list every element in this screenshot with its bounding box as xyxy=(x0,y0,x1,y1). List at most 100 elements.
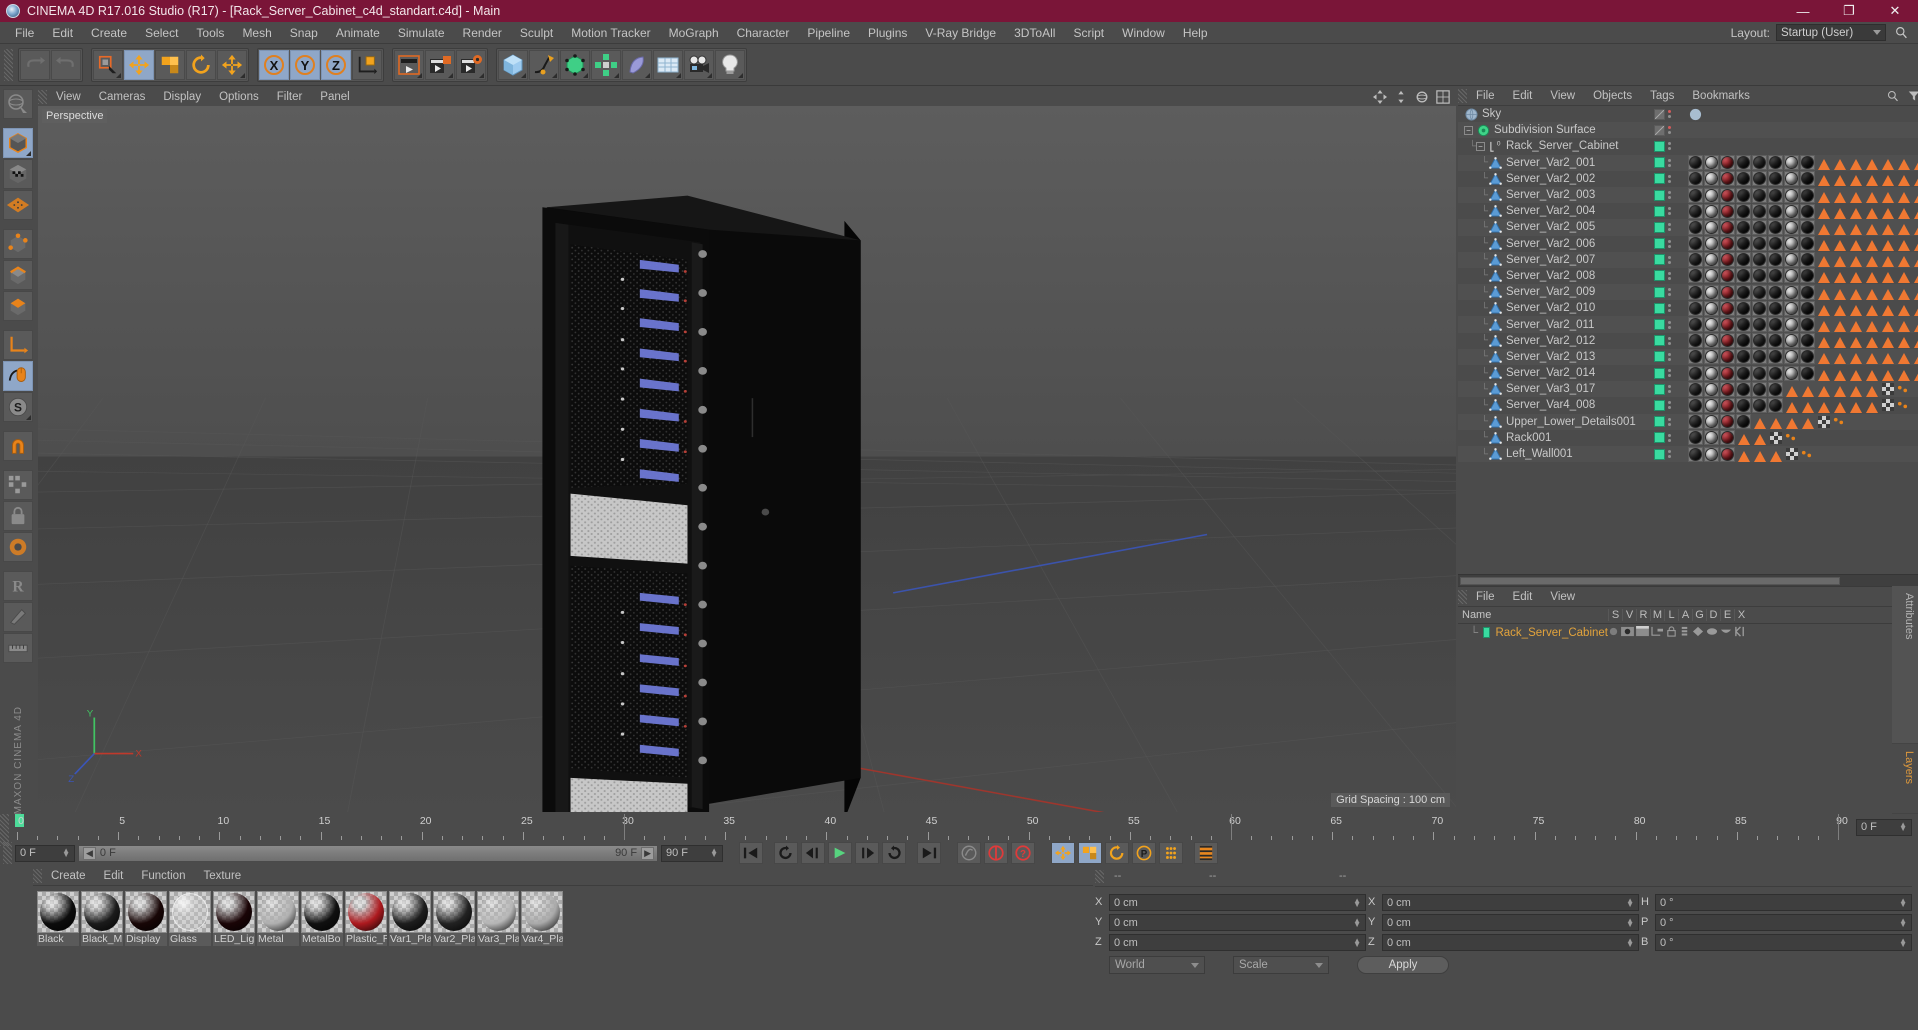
material-tag[interactable] xyxy=(1736,203,1751,219)
selection-tag[interactable] xyxy=(1880,285,1895,300)
visibility-dots-icon[interactable] xyxy=(1668,110,1671,119)
selection-tag[interactable] xyxy=(1880,349,1895,365)
object-row[interactable]: └ Server_Var2_014 xyxy=(1458,365,1918,381)
visibility-dots-icon[interactable] xyxy=(1668,174,1671,183)
selection-tag[interactable] xyxy=(1832,333,1847,349)
object-manager-grip[interactable] xyxy=(1458,88,1467,103)
material-tag[interactable] xyxy=(1688,381,1703,397)
material-tag[interactable] xyxy=(1704,397,1719,413)
menu-character[interactable]: Character xyxy=(728,22,799,44)
selection-tag[interactable] xyxy=(1864,252,1879,268)
material-tag[interactable] xyxy=(1752,300,1767,316)
material-tag[interactable] xyxy=(1784,236,1799,252)
preview-range-bar[interactable]: ◀ 0 F 90 F ▶ xyxy=(78,844,658,862)
object-row[interactable]: − Subdivision Surface xyxy=(1458,122,1918,139)
material-item[interactable]: Var1_Pla xyxy=(389,891,431,946)
material-tag[interactable] xyxy=(1704,365,1719,381)
material-tag[interactable] xyxy=(1784,349,1799,365)
viewport-menu-options[interactable]: Options xyxy=(210,88,268,106)
polygons-mode-tool-icon[interactable] xyxy=(3,291,33,321)
render-settings-button[interactable] xyxy=(456,49,486,80)
menu-mesh[interactable]: Mesh xyxy=(233,22,280,44)
material-tag[interactable] xyxy=(1736,333,1751,349)
rotate-view-icon[interactable] xyxy=(1413,89,1431,106)
material-tag[interactable] xyxy=(1800,155,1815,171)
selection-tag[interactable] xyxy=(1880,236,1895,252)
spinner-icon[interactable]: ▲ ▼ xyxy=(1626,896,1634,908)
selection-tag[interactable] xyxy=(1864,333,1879,349)
material-tag[interactable] xyxy=(1768,284,1783,300)
tag-cell[interactable] xyxy=(1688,397,1918,413)
menu-script[interactable]: Script xyxy=(1064,22,1113,44)
selection-tag[interactable] xyxy=(1848,317,1863,333)
selection-tag[interactable] xyxy=(1832,317,1847,333)
selection-tag[interactable] xyxy=(1896,349,1911,365)
lock-z-axis-button[interactable]: Z xyxy=(321,49,351,80)
selection-tag[interactable] xyxy=(1864,301,1879,316)
material-tag[interactable] xyxy=(1752,381,1767,397)
key-parameter-button[interactable]: P xyxy=(1132,842,1156,864)
material-preview[interactable] xyxy=(257,891,299,933)
tag-cell[interactable] xyxy=(1688,300,1918,316)
visibility-dots-icon[interactable] xyxy=(1668,450,1671,459)
material-tag[interactable] xyxy=(1720,155,1735,171)
selection-tag[interactable] xyxy=(1848,188,1863,203)
render-view-button[interactable] xyxy=(394,49,424,80)
material-tag[interactable] xyxy=(1784,365,1799,381)
material-tag[interactable] xyxy=(1768,349,1783,365)
col-v[interactable]: V xyxy=(1622,609,1636,621)
material-tag[interactable] xyxy=(1688,397,1703,413)
selection-tag[interactable] xyxy=(1848,301,1863,316)
selection-tag[interactable] xyxy=(1784,398,1799,413)
coordinates-grip[interactable] xyxy=(1095,869,1104,883)
selection-tag[interactable] xyxy=(1736,447,1751,462)
object-row[interactable]: └ Upper_Lower_Details001 xyxy=(1458,413,1918,430)
material-preview[interactable] xyxy=(433,891,475,933)
viewport-menu-filter[interactable]: Filter xyxy=(268,88,312,106)
uv-tag[interactable] xyxy=(1880,398,1895,413)
material-tag[interactable] xyxy=(1800,365,1815,381)
material-tag[interactable] xyxy=(1800,203,1815,219)
expand-collapse-toggle[interactable]: − xyxy=(1464,125,1473,135)
autokeying-button[interactable]: ? xyxy=(1011,842,1035,864)
material-tag[interactable] xyxy=(1784,284,1799,300)
material-item[interactable]: Display xyxy=(125,891,167,946)
material-tag[interactable] xyxy=(1688,446,1703,462)
menu-edit[interactable]: Edit xyxy=(43,22,82,44)
enable-axis-tool-icon[interactable] xyxy=(3,361,33,391)
selection-tag[interactable] xyxy=(1896,188,1911,203)
tag-cell[interactable] xyxy=(1688,268,1918,284)
material-tag[interactable] xyxy=(1800,349,1815,365)
tag-cell[interactable] xyxy=(1688,236,1918,252)
enable-toggle[interactable] xyxy=(1654,399,1665,411)
selection-tag[interactable] xyxy=(1912,171,1918,187)
maximize-button[interactable]: ❐ xyxy=(1826,0,1872,22)
selection-tag[interactable] xyxy=(1816,236,1831,252)
selection-tag[interactable] xyxy=(1816,220,1831,235)
render-to-picture-viewer-button[interactable] xyxy=(425,49,455,80)
selection-tag[interactable] xyxy=(1848,382,1863,397)
selection-tag[interactable] xyxy=(1880,171,1895,187)
selection-tag[interactable] xyxy=(1816,268,1831,284)
material-tag[interactable] xyxy=(1704,300,1719,316)
point-tag[interactable] xyxy=(1896,382,1909,397)
menu-pipeline[interactable]: Pipeline xyxy=(798,22,859,44)
menu-3dtoall[interactable]: 3DToAll xyxy=(1005,22,1064,44)
object-row[interactable]: └ Rack001 xyxy=(1458,430,1918,446)
selection-tag[interactable] xyxy=(1816,155,1831,171)
uv-grid-tool-icon[interactable] xyxy=(3,470,33,500)
material-tag[interactable] xyxy=(1768,333,1783,349)
menu-plugins[interactable]: Plugins xyxy=(859,22,916,44)
edges-mode-tool-icon[interactable] xyxy=(3,260,33,290)
om-menu-tags[interactable]: Tags xyxy=(1641,86,1683,106)
material-tag[interactable] xyxy=(1704,317,1719,333)
enable-toggle[interactable] xyxy=(1654,238,1665,250)
visibility-dots-icon[interactable] xyxy=(1668,417,1671,426)
material-tag[interactable] xyxy=(1736,252,1751,268)
pos-y-field[interactable]: 0 cm ▲ ▼ xyxy=(1109,914,1366,931)
object-row[interactable]: └ Server_Var2_011 xyxy=(1458,316,1918,333)
size-z-field[interactable]: 0 cm ▲ ▼ xyxy=(1382,934,1639,951)
preview-right-arrow-icon[interactable]: ▶ xyxy=(641,846,654,860)
selection-tag[interactable] xyxy=(1832,398,1847,413)
selection-tag[interactable] xyxy=(1896,204,1911,219)
